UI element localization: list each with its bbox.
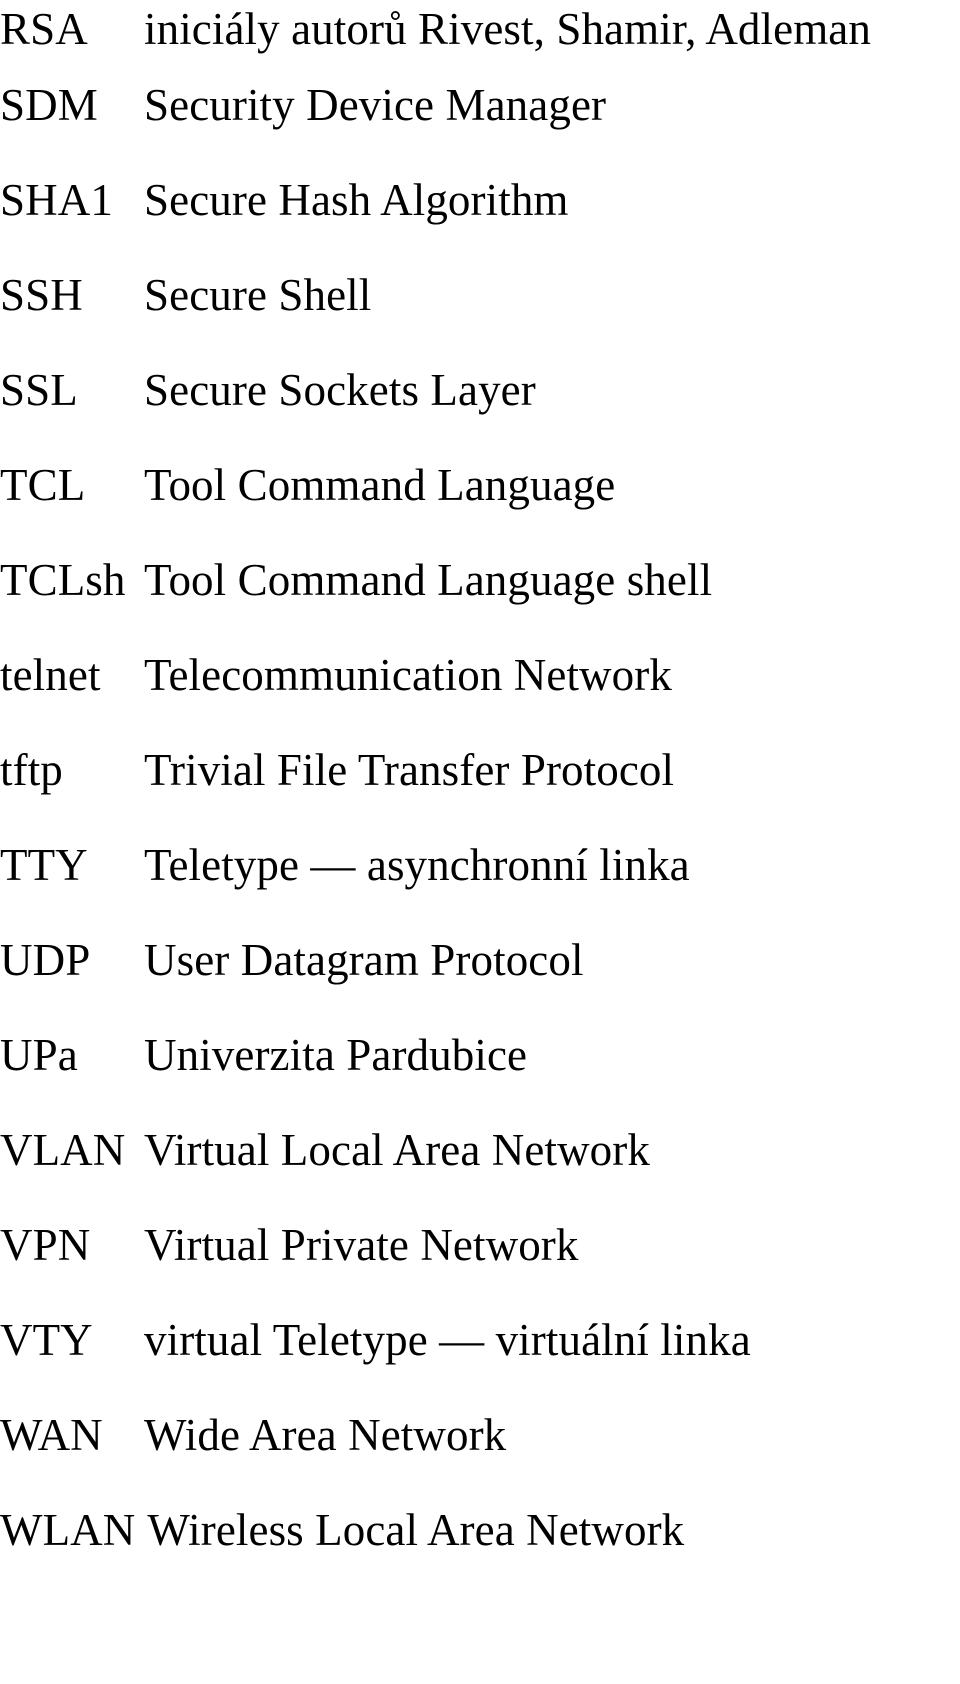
abbreviation-row: tftp Trivial File Transfer Protocol <box>0 723 960 818</box>
abbreviation-term: SDM <box>0 80 98 130</box>
abbreviation-term: VPN <box>0 1220 91 1270</box>
abbreviation-term: SHA1 <box>0 175 113 225</box>
abbreviation-term: TTY <box>0 840 88 890</box>
abbreviation-row: WLAN Wireless Local Area Network <box>0 1483 960 1578</box>
abbreviation-description: Virtual Local Area Network <box>144 1125 650 1175</box>
abbreviation-description: Secure Hash Algorithm <box>144 175 569 225</box>
abbreviation-row: TCL Tool Command Language <box>0 438 960 533</box>
abbreviation-description: iniciály autorů Rivest, Shamir, Adleman <box>144 4 871 54</box>
abbreviation-row: SSH Secure Shell <box>0 248 960 343</box>
abbreviation-row: TCLsh Tool Command Language shell <box>0 533 960 628</box>
abbreviation-row: VLAN Virtual Local Area Network <box>0 1103 960 1198</box>
abbreviation-term: RSA <box>0 4 88 54</box>
abbreviation-description: Tool Command Language <box>144 460 616 510</box>
abbreviation-description: Teletype — asynchronní linka <box>144 840 690 890</box>
abbreviation-description: Univerzita Pardubice <box>144 1030 528 1080</box>
abbreviation-term: SSH <box>0 270 83 320</box>
abbreviation-description: Secure Sockets Layer <box>144 365 536 415</box>
abbreviation-row: SDM Security Device Manager <box>0 58 960 153</box>
abbreviation-term: TCLsh <box>0 555 126 605</box>
abbreviation-description: Tool Command Language shell <box>144 555 713 605</box>
abbreviation-term: VLAN <box>0 1125 126 1175</box>
abbreviation-term: TCL <box>0 460 86 510</box>
abbreviation-description: Telecommunication Network <box>144 650 672 700</box>
abbreviation-row: UPa Univerzita Pardubice <box>0 1008 960 1103</box>
abbreviation-description: Wireless Local Area Network <box>147 1505 685 1555</box>
abbreviation-row: VTY virtual Teletype — virtuální linka <box>0 1293 960 1388</box>
abbreviation-glossary-page: RSA iniciály autorů Rivest, Shamir, Adlem… <box>0 0 960 1684</box>
abbreviation-description: Wide Area Network <box>144 1410 507 1460</box>
abbreviation-list: RSA iniciály autorů Rivest, Shamir, Adlem… <box>0 0 960 1578</box>
abbreviation-description: virtual Teletype — virtuální linka <box>144 1315 751 1365</box>
abbreviation-description: Trivial File Transfer Protocol <box>144 745 675 795</box>
abbreviation-term: telnet <box>0 650 101 700</box>
abbreviation-row: RSA iniciály autorů Rivest, Shamir, Adlem… <box>0 0 960 58</box>
abbreviation-row: SSL Secure Sockets Layer <box>0 343 960 438</box>
abbreviation-row: TTY Teletype — asynchronní linka <box>0 818 960 913</box>
abbreviation-term: UDP <box>0 935 91 985</box>
abbreviation-row: VPN Virtual Private Network <box>0 1198 960 1293</box>
abbreviation-term: WAN <box>0 1410 103 1460</box>
abbreviation-term: WLAN <box>0 1505 136 1555</box>
abbreviation-row: telnet Telecommunication Network <box>0 628 960 723</box>
abbreviation-row: UDP User Datagram Protocol <box>0 913 960 1008</box>
abbreviation-description: Secure Shell <box>144 270 372 320</box>
abbreviation-term: tftp <box>0 745 63 795</box>
abbreviation-row: WAN Wide Area Network <box>0 1388 960 1483</box>
abbreviation-term: VTY <box>0 1315 93 1365</box>
abbreviation-description: Virtual Private Network <box>144 1220 579 1270</box>
abbreviation-row: SHA1 Secure Hash Algorithm <box>0 153 960 248</box>
abbreviation-term: UPa <box>0 1030 78 1080</box>
abbreviation-description: Security Device Manager <box>144 80 607 130</box>
abbreviation-term: SSL <box>0 365 78 415</box>
abbreviation-description: User Datagram Protocol <box>144 935 584 985</box>
